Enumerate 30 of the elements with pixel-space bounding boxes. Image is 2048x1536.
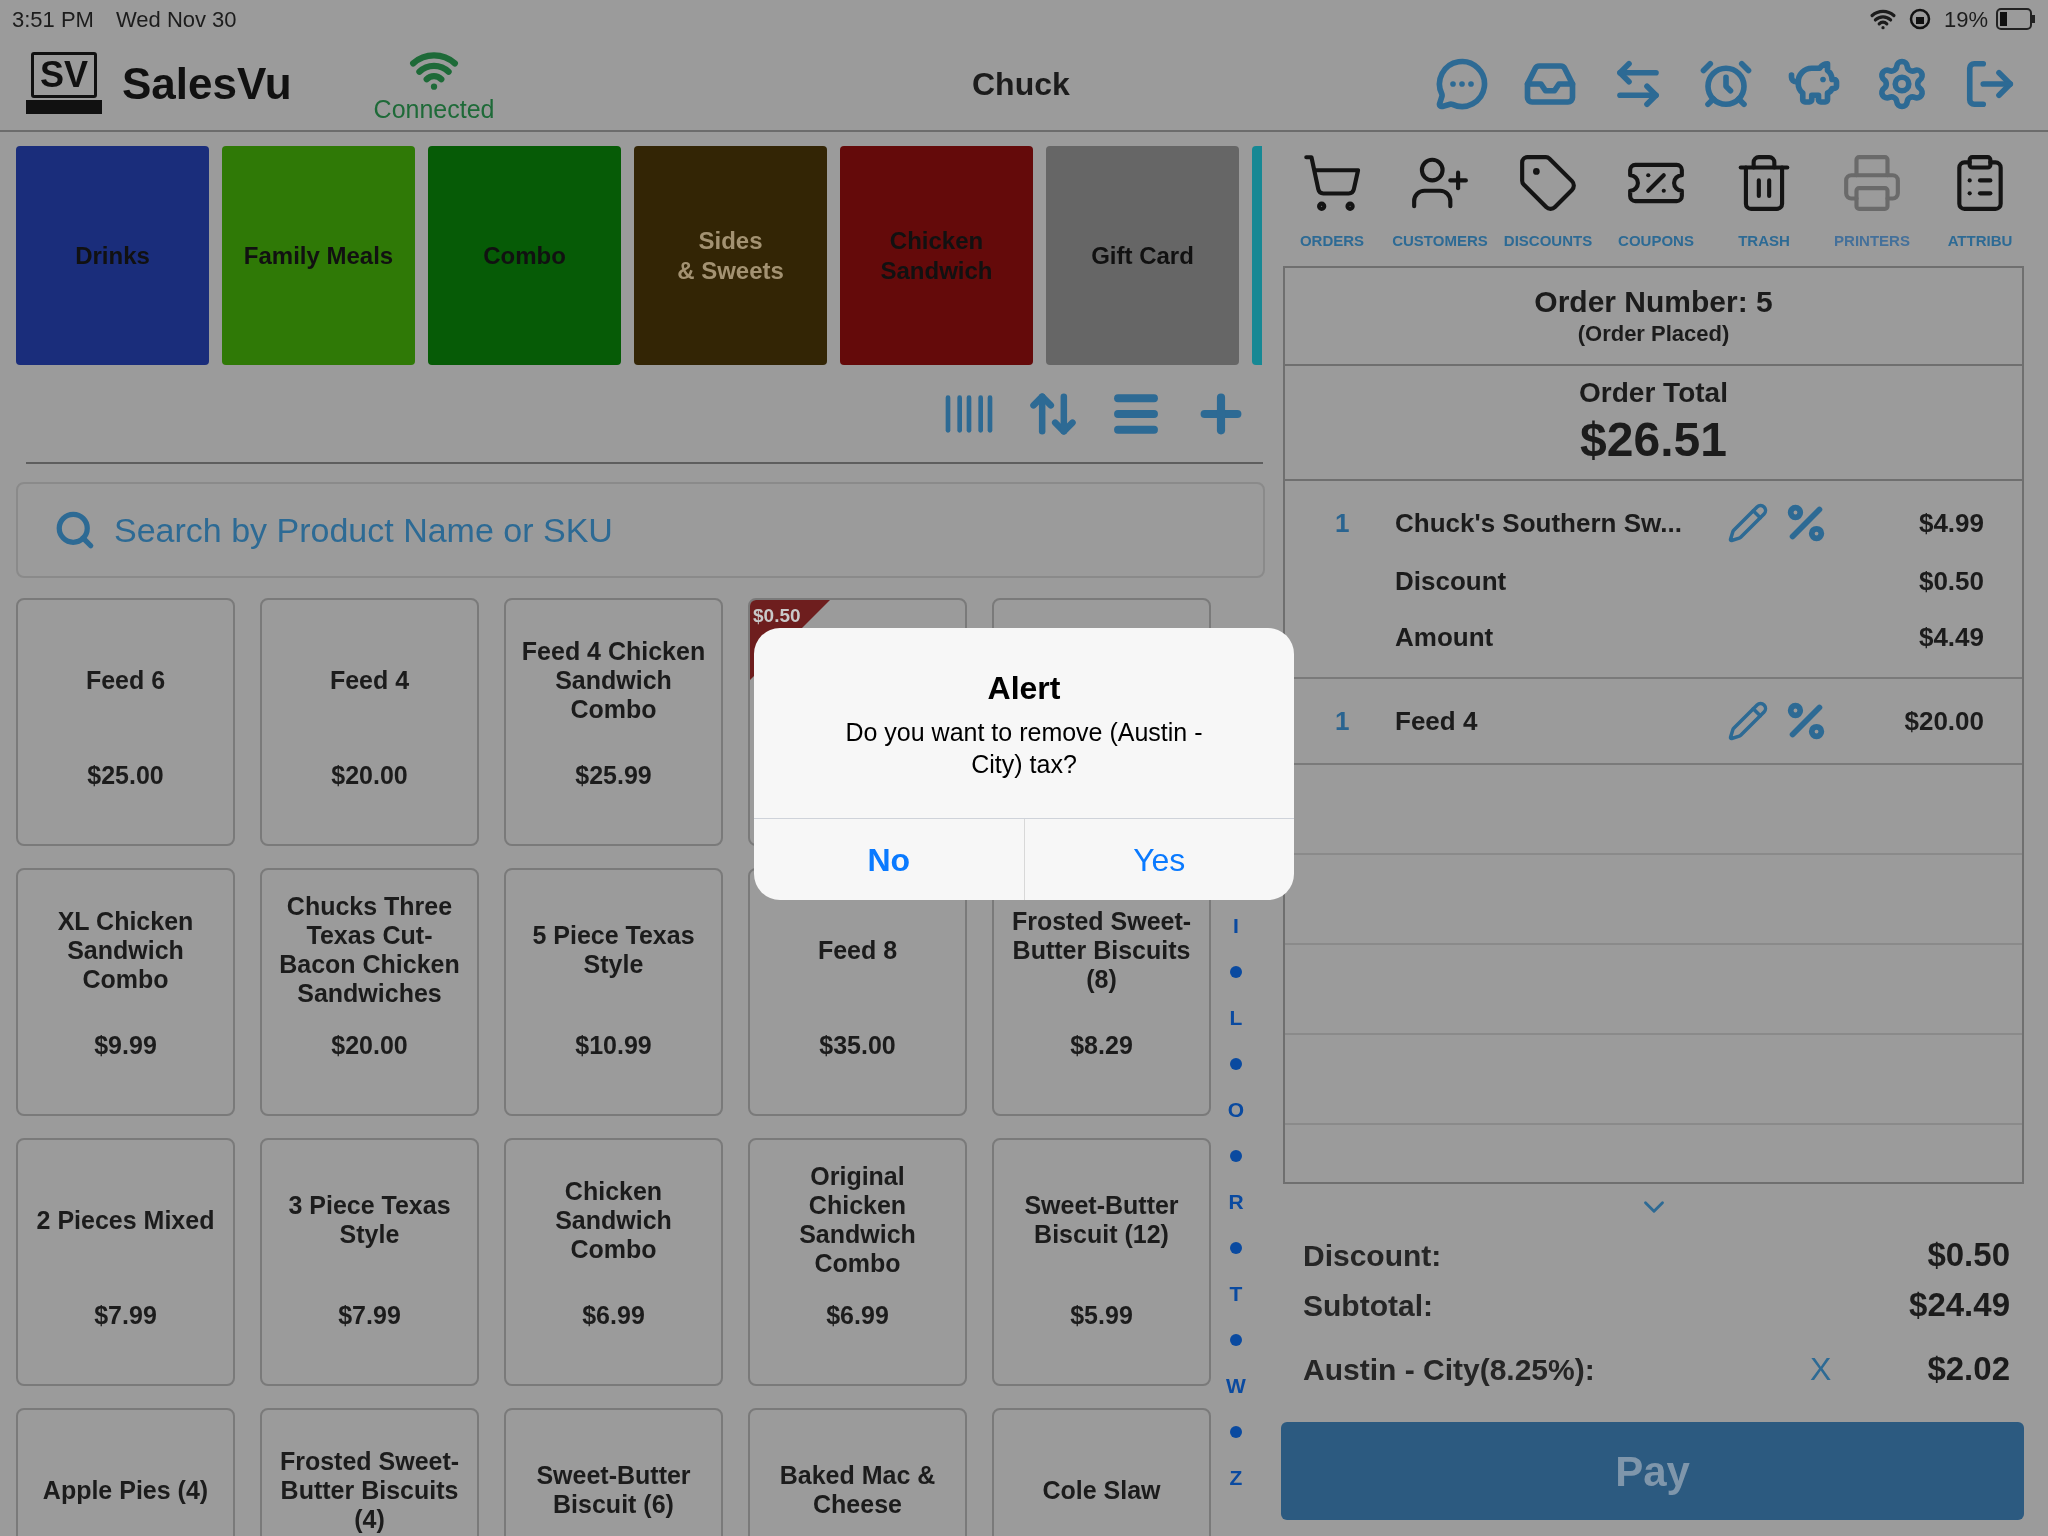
alert-title: Alert bbox=[987, 669, 1061, 708]
line-price: $20.00 bbox=[1903, 704, 1984, 738]
line-item-name: Feed 4 bbox=[1395, 704, 1479, 738]
line-detail-label: Discount bbox=[1395, 564, 1507, 598]
logo: SV bbox=[31, 52, 97, 98]
summary-value: $0.50 bbox=[1927, 1235, 2010, 1276]
line-price: $4.99 bbox=[1917, 506, 1984, 540]
order-total-label: Order Total bbox=[1579, 375, 1728, 410]
alert-message: Do you want to remove (Austin - City) tax? bbox=[844, 717, 1204, 780]
summary-value: $24.49 bbox=[1909, 1285, 2010, 1326]
battery-percent: 19% bbox=[1943, 5, 1988, 34]
line-quantity: 1 bbox=[1334, 704, 1351, 738]
summary-label: Subtotal: bbox=[1303, 1287, 1433, 1324]
brand-name: SalesVu bbox=[122, 58, 292, 110]
line-quantity: 1 bbox=[1334, 506, 1351, 540]
line-detail-label: Amount bbox=[1395, 620, 1494, 654]
line-item-name: Chuck's Southern Sw... bbox=[1395, 506, 1683, 540]
user-name: Chuck bbox=[972, 65, 1070, 104]
order-status: (Order Placed) bbox=[1577, 320, 1730, 348]
summary-label: Austin - City(8.25%): bbox=[1303, 1351, 1595, 1388]
connection-status: Connected bbox=[373, 95, 495, 123]
discount-badge-text: $0.50 bbox=[753, 604, 801, 628]
status-date: Wed Nov 30 bbox=[115, 5, 237, 34]
order-total: $26.51 bbox=[1580, 411, 1727, 468]
order-number: Order Number: 5 bbox=[1534, 284, 1773, 320]
line-detail-value: $4.49 bbox=[1917, 620, 1984, 654]
status-time: 3:51 PM bbox=[12, 5, 94, 34]
summary-value: $2.02 bbox=[1927, 1349, 2010, 1390]
summary-label: Discount: bbox=[1303, 1237, 1442, 1274]
line-detail-value: $0.50 bbox=[1917, 564, 1984, 598]
